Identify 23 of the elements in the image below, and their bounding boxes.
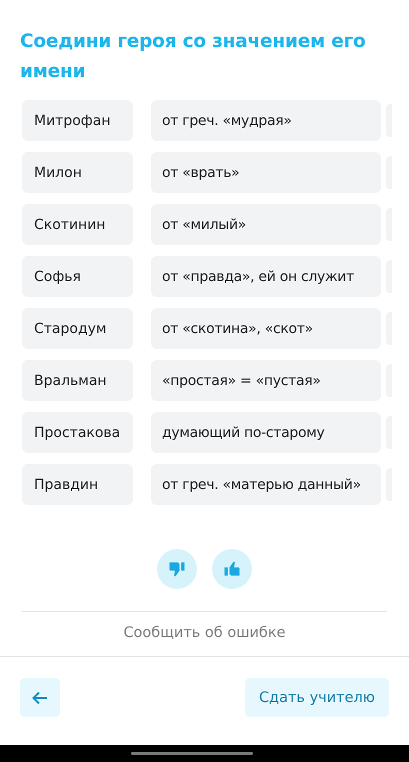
hero-name-card[interactable]: Митрофан (22, 100, 133, 141)
meaning-card[interactable]: от «милый» (151, 204, 381, 245)
meaning-card[interactable]: от «скотина», «скот» (151, 308, 381, 349)
hero-name-card[interactable]: Стародум (22, 308, 133, 349)
meaning-card[interactable]: от «врать» (151, 152, 381, 193)
meaning-card[interactable]: от греч. «мудрая» (151, 100, 381, 141)
task-title: Соедини героя со значением его имени (20, 30, 367, 84)
hero-name-card[interactable]: Софья (22, 256, 133, 297)
meaning-card[interactable]: от греч. «матерью данный» (151, 464, 381, 505)
dislike-button[interactable] (157, 549, 197, 589)
hero-name-card[interactable]: Простакова (22, 412, 133, 453)
hero-name-card[interactable]: Скотинин (22, 204, 133, 245)
back-button[interactable] (20, 678, 60, 717)
back-arrow-icon (32, 690, 48, 704)
meaning-card[interactable]: думающий по-старому (151, 412, 381, 453)
submit-button[interactable]: Сдать учителю (244, 678, 389, 717)
report-error-link[interactable]: Сообщить об ошибке (123, 625, 286, 641)
hero-name-card[interactable]: Милон (22, 152, 133, 193)
meaning-card[interactable]: от «правда», ей он служит (151, 256, 381, 297)
hero-name-card[interactable]: Правдин (22, 464, 133, 505)
meaning-card[interactable]: «простая» = «пустая» (151, 360, 381, 401)
like-button[interactable] (212, 549, 252, 589)
hero-name-card[interactable]: Вральман (22, 360, 133, 401)
